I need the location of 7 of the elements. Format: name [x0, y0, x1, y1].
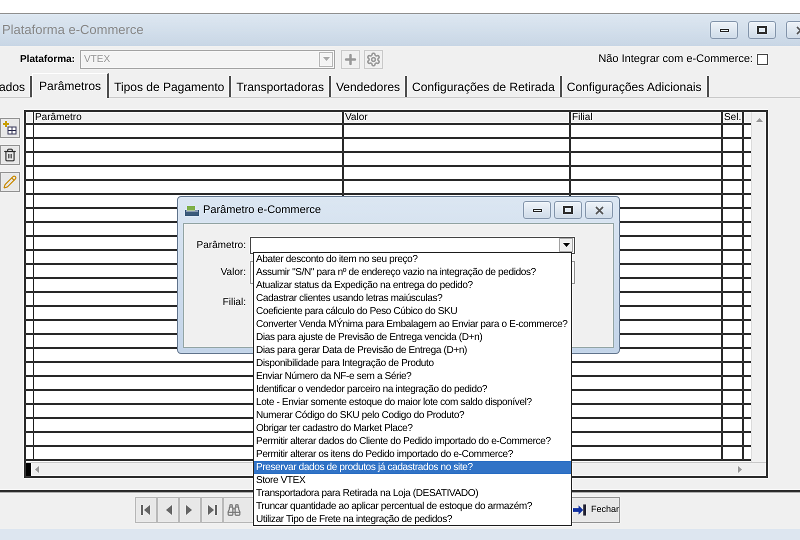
- field-label: Filial:: [222, 296, 247, 310]
- dialog-title: Parâmetro e-Commerce: [203, 202, 321, 218]
- platform-label: Plataforma:: [20, 52, 76, 66]
- field-label: Parâmetro:: [196, 238, 247, 252]
- window-title: Plataforma e-Commerce: [2, 21, 144, 40]
- no-integrate-label: Não Integrar com e-Commerce:: [598, 52, 753, 67]
- field-label: Valor:: [220, 266, 247, 280]
